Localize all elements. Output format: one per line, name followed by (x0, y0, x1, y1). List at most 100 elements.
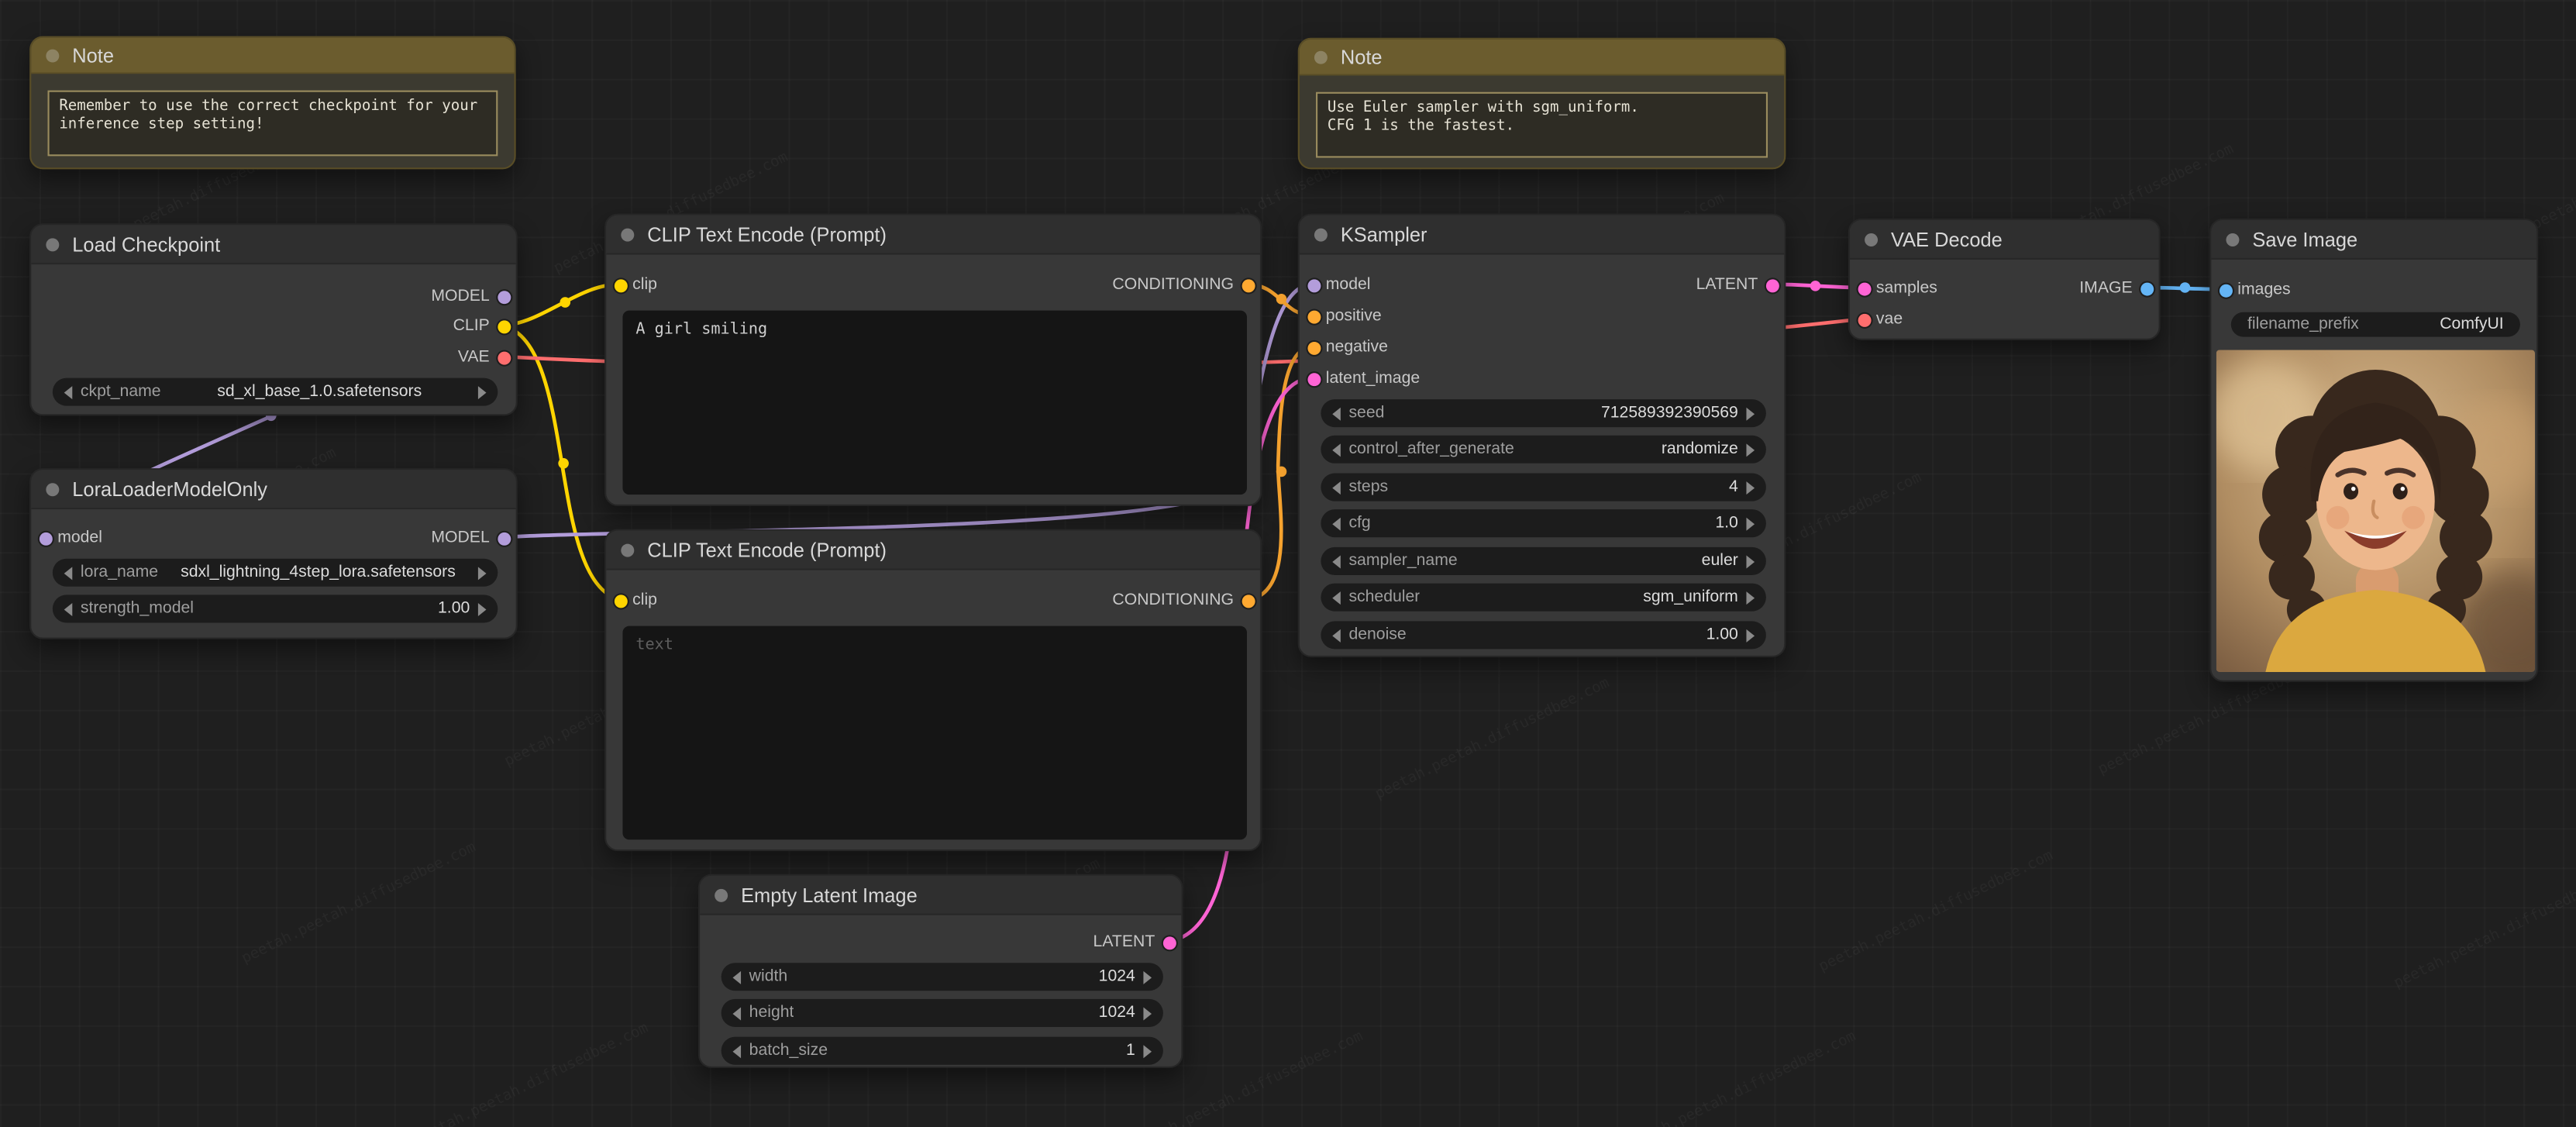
node-clip-text-encode-positive[interactable]: CLIP Text Encode (Prompt) clip CONDITION… (604, 213, 1262, 506)
input-port-images[interactable] (2219, 284, 2233, 298)
watermark-text: peetah.peetah.diffusedbee.com (1620, 1029, 1859, 1127)
decrement-arrow-icon[interactable] (1332, 481, 1341, 495)
node-clip-text-encode-negative[interactable]: CLIP Text Encode (Prompt) clip CONDITION… (604, 529, 1262, 852)
decrement-arrow-icon[interactable] (64, 601, 73, 615)
node-header[interactable]: LoraLoaderModelOnly (31, 470, 516, 510)
increment-arrow-icon[interactable] (1746, 481, 1755, 495)
output-port-conditioning[interactable] (1242, 595, 1255, 608)
decrement-arrow-icon[interactable] (1332, 628, 1341, 642)
output-port-model[interactable] (498, 291, 511, 305)
wire-midpoint-dot (1276, 294, 1287, 305)
control-after-generate-widget[interactable]: control_after_generate randomize (1321, 435, 1766, 464)
output-port-vae[interactable] (498, 351, 511, 365)
input-port-model[interactable] (1307, 279, 1321, 293)
increment-arrow-icon[interactable] (477, 601, 487, 615)
node-note-1[interactable]: Note Remember to use the correct checkpo… (29, 36, 516, 170)
input-port-latent-image[interactable] (1307, 373, 1321, 387)
filename-prefix-widget[interactable]: filename_prefix ComfyUI (2230, 312, 2520, 337)
sampler-name-widget[interactable]: sampler_name euler (1321, 546, 1766, 575)
output-port-clip[interactable] (498, 320, 511, 334)
prompt-placeholder: text (635, 636, 673, 654)
node-empty-latent-image[interactable]: Empty Latent Image LATENT width 1024 hei… (697, 874, 1183, 1068)
output-port-image[interactable] (2140, 282, 2154, 296)
lora-name-widget[interactable]: lora_name sdxl_lightning_4step_lora.safe… (52, 558, 498, 587)
input-port-vae[interactable] (1858, 313, 1872, 327)
decrement-arrow-icon[interactable] (1332, 406, 1341, 420)
increment-arrow-icon[interactable] (1746, 591, 1755, 605)
increment-arrow-icon[interactable] (1746, 443, 1755, 457)
decrement-arrow-icon[interactable] (1332, 443, 1341, 457)
increment-arrow-icon[interactable] (1746, 554, 1755, 568)
node-status-dot (46, 482, 60, 496)
increment-arrow-icon[interactable] (1746, 628, 1755, 642)
input-port-samples[interactable] (1858, 282, 1872, 296)
node-header[interactable]: CLIP Text Encode (Prompt) (606, 530, 1260, 570)
node-status-dot (621, 543, 635, 557)
input-port-positive[interactable] (1307, 310, 1321, 324)
prompt-text: A girl smiling (635, 320, 768, 339)
widget-value: 1.0 (1715, 514, 1738, 532)
prompt-text-area[interactable]: A girl smiling (622, 310, 1248, 495)
node-header[interactable]: CLIP Text Encode (Prompt) (606, 215, 1260, 255)
seed-widget[interactable]: seed 712589392390569 (1321, 399, 1766, 428)
output-port-latent[interactable] (1765, 279, 1779, 293)
output-slot-model: MODEL (431, 529, 490, 547)
node-lora-loader-model-only[interactable]: LoraLoaderModelOnly model MODEL lora_nam… (29, 468, 518, 639)
output-port-conditioning[interactable] (1242, 279, 1255, 293)
increment-arrow-icon[interactable] (1746, 516, 1755, 530)
input-slot-model: model (1325, 276, 1371, 295)
steps-widget[interactable]: steps 4 (1321, 473, 1766, 501)
node-header[interactable]: Load Checkpoint (31, 225, 516, 265)
cfg-widget[interactable]: cfg 1.0 (1321, 509, 1766, 538)
strength-model-widget[interactable]: strength_model 1.00 (52, 595, 498, 623)
decrement-arrow-icon[interactable] (1332, 554, 1341, 568)
decrement-arrow-icon[interactable] (732, 970, 742, 984)
prompt-text-area[interactable]: text (622, 626, 1248, 840)
input-port-negative[interactable] (1307, 341, 1321, 355)
decrement-arrow-icon[interactable] (732, 1006, 742, 1020)
output-port-model[interactable] (498, 532, 511, 546)
node-save-image[interactable]: Save Image images filename_prefix ComfyU… (2209, 218, 2539, 682)
input-slot-images: images (2237, 281, 2291, 299)
decrement-arrow-icon[interactable] (64, 385, 73, 399)
watermark-text: peetah.peetah.diffusedbee.com (1373, 675, 1613, 803)
height-widget[interactable]: height 1024 (721, 998, 1163, 1027)
batch-size-widget[interactable]: batch_size 1 (721, 1036, 1163, 1065)
increment-arrow-icon[interactable] (477, 566, 487, 580)
node-ksampler[interactable]: KSampler model positive negative latent_… (1297, 213, 1786, 657)
decrement-arrow-icon[interactable] (1332, 591, 1341, 605)
decrement-arrow-icon[interactable] (732, 1044, 742, 1058)
node-load-checkpoint[interactable]: Load Checkpoint MODEL CLIP VAE ckpt_name… (29, 223, 518, 416)
output-slot-conditioning: CONDITIONING (1112, 276, 1235, 295)
node-header[interactable]: Empty Latent Image (700, 875, 1182, 915)
node-header[interactable]: Note (31, 37, 515, 74)
note-text[interactable]: Remember to use the correct checkpoint f… (47, 90, 498, 157)
ckpt-name-widget[interactable]: ckpt_name sd_xl_base_1.0.safetensors (52, 377, 498, 406)
wire-clip-to-negative-encode (501, 323, 622, 602)
denoise-widget[interactable]: denoise 1.00 (1321, 621, 1766, 650)
input-port-model[interactable] (39, 532, 53, 546)
scheduler-widget[interactable]: scheduler sgm_uniform (1321, 583, 1766, 612)
increment-arrow-icon[interactable] (1143, 1006, 1152, 1020)
node-header[interactable]: KSampler (1299, 215, 1785, 255)
decrement-arrow-icon[interactable] (64, 566, 73, 580)
widget-value: euler (1701, 552, 1738, 570)
increment-arrow-icon[interactable] (1143, 1044, 1152, 1058)
node-graph-canvas[interactable]: peetah.peetah.diffusedbee.com peetah.pee… (0, 0, 2576, 1127)
width-widget[interactable]: width 1024 (721, 963, 1163, 991)
increment-arrow-icon[interactable] (1746, 406, 1755, 420)
decrement-arrow-icon[interactable] (1332, 516, 1341, 530)
node-status-dot (715, 887, 728, 901)
widget-label: filename_prefix (2247, 315, 2359, 334)
input-port-clip[interactable] (614, 595, 628, 608)
node-vae-decode[interactable]: VAE Decode samples vae IMAGE (1848, 218, 2161, 340)
increment-arrow-icon[interactable] (1143, 970, 1152, 984)
node-header[interactable]: VAE Decode (1850, 220, 2159, 260)
input-port-clip[interactable] (614, 279, 628, 293)
increment-arrow-icon[interactable] (477, 385, 487, 399)
note-text[interactable]: Use Euler sampler with sgm_uniform. CFG … (1316, 91, 1768, 158)
node-note-2[interactable]: Note Use Euler sampler with sgm_uniform.… (1297, 37, 1786, 170)
node-header[interactable]: Save Image (2211, 220, 2537, 260)
output-port-latent[interactable] (1162, 936, 1176, 950)
node-header[interactable]: Note (1299, 39, 1785, 76)
